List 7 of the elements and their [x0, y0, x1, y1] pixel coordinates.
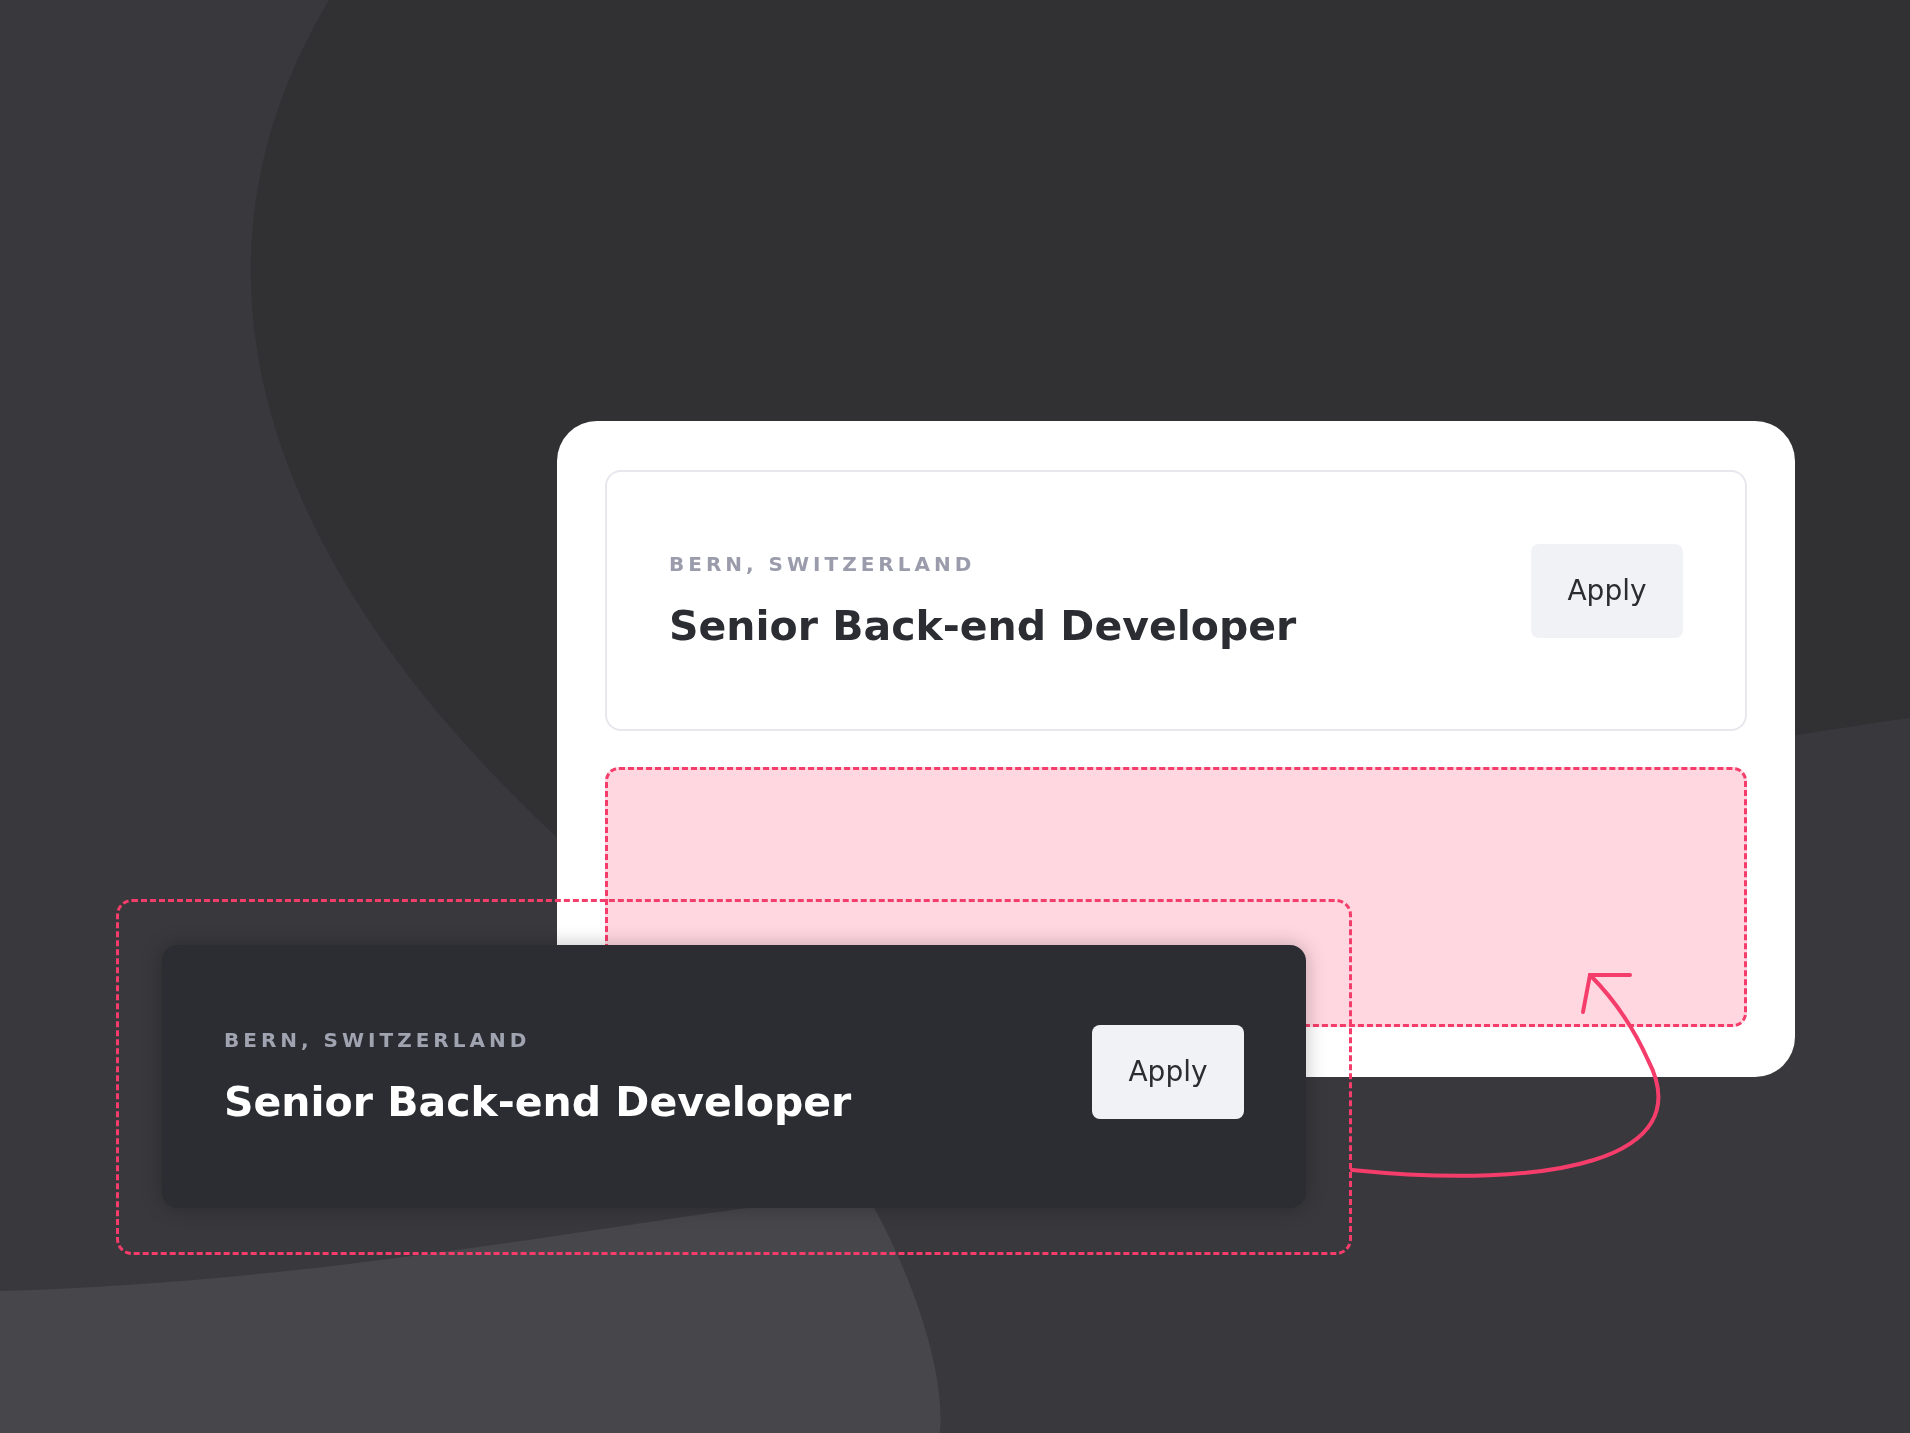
- apply-button[interactable]: Apply: [1531, 543, 1683, 638]
- job-title: Senior Back-end Developer: [224, 1077, 852, 1126]
- apply-button[interactable]: Apply: [1092, 1024, 1244, 1119]
- job-location: BERN, SWITZERLAND: [224, 1027, 532, 1052]
- job-title: Senior Back-end Developer: [669, 601, 1297, 650]
- job-location: BERN, SWITZERLAND: [669, 551, 977, 576]
- dragged-job-card[interactable]: BERN, SWITZERLAND Senior Back-end Developer Apply: [162, 945, 1306, 1208]
